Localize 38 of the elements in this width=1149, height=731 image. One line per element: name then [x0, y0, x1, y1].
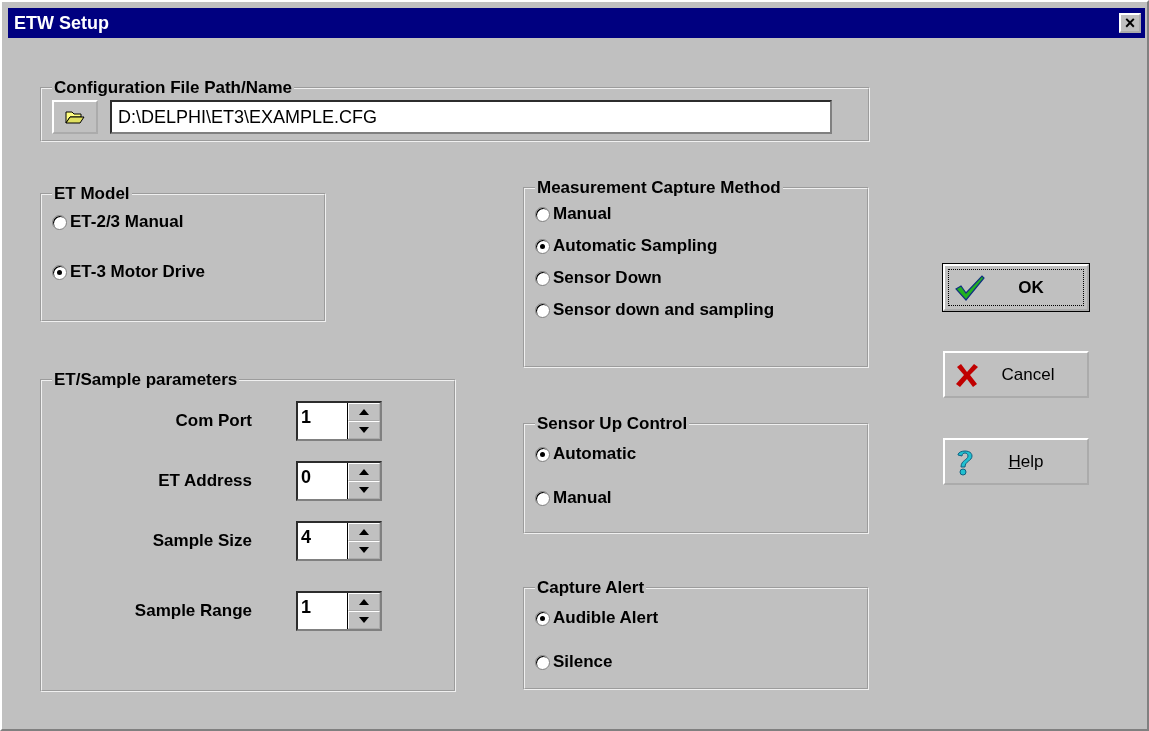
group-legend: Sensor Up Control: [535, 414, 690, 434]
radio-indicator-icon[interactable]: [535, 238, 550, 254]
dialog-button[interactable]: OK: [943, 264, 1089, 311]
spin-box[interactable]: 1: [296, 401, 382, 441]
folder-icon: [65, 109, 85, 125]
radio-option[interactable]: Automatic Sampling: [535, 236, 857, 256]
question-icon: [955, 447, 975, 476]
radio-indicator-icon[interactable]: [535, 446, 550, 462]
radio-option[interactable]: Manual: [535, 204, 857, 224]
radio-option[interactable]: ET-2/3 Manual: [52, 212, 314, 232]
check-icon: [955, 274, 985, 301]
spin-box[interactable]: 4: [296, 521, 382, 561]
dialog-button[interactable]: Help: [943, 438, 1089, 485]
radio-option[interactable]: Audible Alert: [535, 608, 857, 628]
radio-option[interactable]: Sensor down and sampling: [535, 300, 857, 320]
field-label: Sample Range: [133, 601, 252, 621]
group-legend: ET/Sample parameters: [52, 370, 240, 390]
close-button[interactable]: ×: [1119, 13, 1141, 33]
browse-button[interactable]: [52, 100, 98, 134]
radio-option[interactable]: Silence: [535, 652, 857, 672]
field-label: Sample Size: [151, 531, 252, 551]
field-label: ET Address: [157, 471, 252, 491]
radio-option[interactable]: Manual: [535, 488, 857, 508]
window-title: ETW Setup: [14, 12, 109, 34]
group-legend: Measurement Capture Method: [535, 178, 783, 198]
radio-option[interactable]: Automatic: [535, 444, 857, 464]
group-legend: ET Model: [52, 184, 132, 204]
file-path-field[interactable]: D:\DELPHI\ET3\EXAMPLE.CFG: [110, 100, 832, 134]
spin-box[interactable]: 0: [296, 461, 382, 501]
group-legend: Capture Alert: [535, 578, 647, 598]
field-label: Com Port: [174, 411, 252, 431]
radio-option[interactable]: Sensor Down: [535, 268, 857, 288]
radio-indicator-icon[interactable]: [535, 302, 550, 318]
spin-box[interactable]: 1: [296, 591, 382, 631]
cross-icon: [955, 362, 979, 387]
group-legend: Configuration File Path/Name: [52, 78, 295, 98]
radio-option[interactable]: ET-3 Motor Drive: [52, 262, 314, 282]
dialog-button[interactable]: Cancel: [943, 351, 1089, 398]
